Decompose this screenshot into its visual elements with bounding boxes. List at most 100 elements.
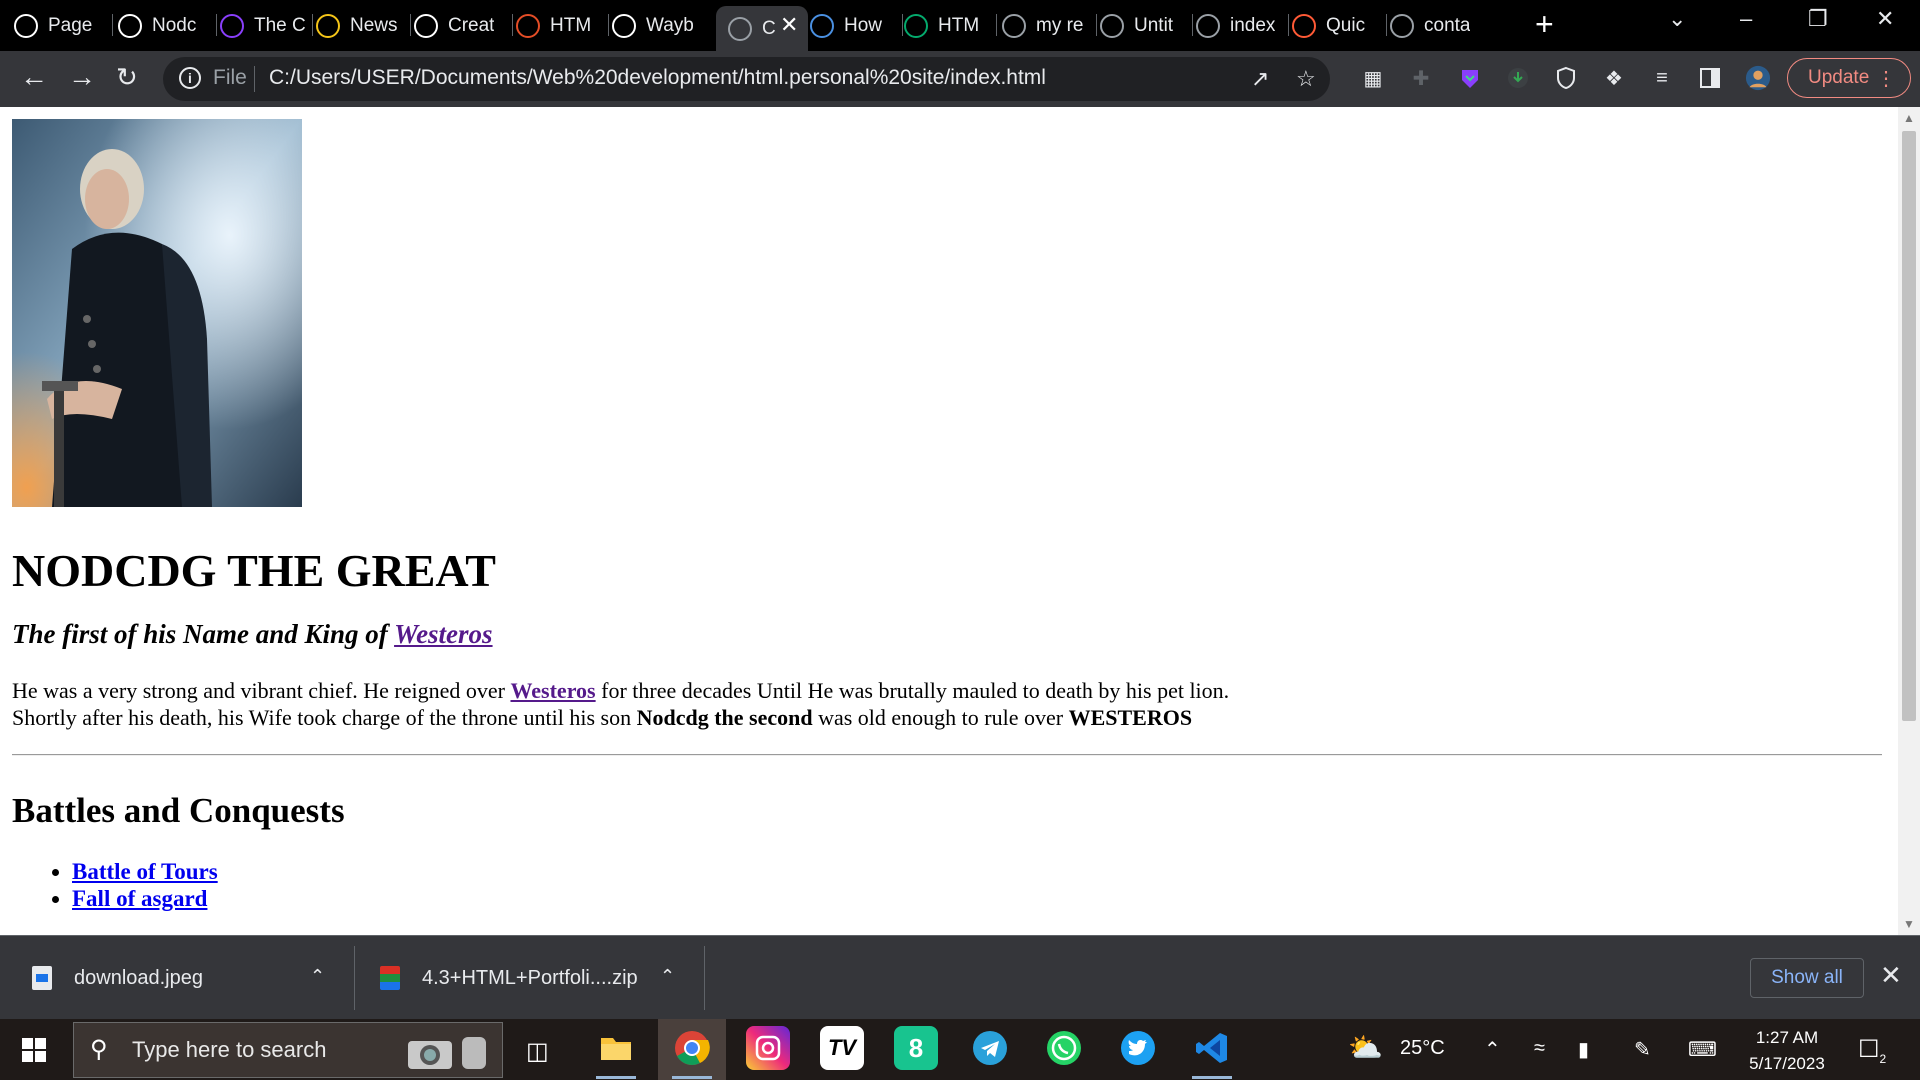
omnibox-divider [254, 66, 255, 92]
weather-cloud-icon[interactable]: ⛅ [1348, 1031, 1383, 1064]
purple-extension-icon[interactable] [1457, 65, 1483, 91]
side-panel-icon[interactable] [1697, 65, 1723, 91]
tab-title: How [844, 14, 883, 36]
share-icon[interactable]: ↗ [1251, 66, 1269, 92]
tradingview-icon[interactable]: TV [820, 1026, 864, 1070]
file-explorer-icon[interactable] [594, 1026, 638, 1070]
scroll-down-arrow-icon[interactable]: ▼ [1903, 917, 1915, 931]
window-close-icon[interactable]: ✕ [1876, 6, 1894, 32]
browser-tab[interactable]: Creat [414, 8, 510, 43]
task-view-icon[interactable]: ◫ [526, 1037, 549, 1066]
url-text[interactable]: C:/Users/USER/Documents/Web%20developmen… [269, 66, 1046, 90]
extension-grid-icon[interactable]: ✚ [1408, 65, 1434, 91]
extensions-puzzle-icon[interactable]: ❖ [1601, 65, 1627, 91]
battery-icon[interactable]: ▮ [1578, 1037, 1589, 1062]
bio-text-1: He was a very strong and vibrant chief. … [12, 678, 511, 703]
whatsapp-icon[interactable] [1042, 1026, 1086, 1070]
chrome-icon[interactable] [670, 1026, 714, 1070]
keyboard-icon[interactable]: ⌨ [1688, 1037, 1717, 1062]
tab-separator [216, 14, 217, 36]
windows-start-icon[interactable] [22, 1038, 46, 1062]
forward-arrow-icon[interactable]: → [68, 63, 96, 91]
search-highlight-camera-icon [408, 1037, 486, 1069]
reload-icon[interactable]: ↻ [116, 63, 138, 91]
system-clock[interactable]: 1:27 AM 5/17/2023 [1745, 1025, 1829, 1077]
close-icon[interactable]: ✕ [1880, 960, 1902, 991]
globe-icon [728, 16, 752, 41]
download-item[interactable]: download.jpeg [32, 936, 203, 1020]
scroll-thumb[interactable] [1902, 131, 1916, 721]
chevron-up-icon[interactable]: ⌃ [1484, 1037, 1501, 1062]
section-divider [12, 754, 1882, 756]
tab-separator [1192, 14, 1193, 36]
codepen-icon [414, 13, 438, 38]
tab-title: Quic [1326, 14, 1366, 36]
battle-link[interactable]: Battle of Tours [72, 859, 218, 884]
update-label: Update [1808, 67, 1870, 88]
restore-icon[interactable]: ❐ [1808, 6, 1828, 32]
tab-title: HTM [938, 14, 980, 36]
back-arrow-icon[interactable]: ← [20, 63, 48, 91]
tab-separator [1288, 14, 1289, 36]
instagram-icon[interactable] [746, 1026, 790, 1070]
browser-toolbar: ← → ↻ i File C:/Users/USER/Documents/Web… [0, 51, 1920, 107]
page-title: NODCDG THE GREAT [12, 545, 496, 596]
profile-avatar-icon[interactable] [1745, 65, 1771, 91]
tab-search-chevron-icon[interactable]: ⌄ [1668, 6, 1686, 32]
tab-title: Nodc [152, 14, 197, 36]
minimize-icon[interactable]: – [1740, 6, 1752, 32]
bookmark-star-icon[interactable]: ☆ [1296, 66, 1316, 92]
browser-tab[interactable]: index [1196, 8, 1286, 43]
media-queue-icon[interactable]: ≡ [1649, 65, 1675, 91]
tab-title: The C [254, 14, 306, 36]
notification-icon[interactable]: ☐2 [1858, 1035, 1886, 1066]
list-item: Battle of Tours [72, 858, 1882, 885]
telegram-icon[interactable] [968, 1026, 1012, 1070]
tab-separator [410, 14, 411, 36]
wifi-icon[interactable]: ≈ [1534, 1037, 1545, 1060]
archive-file-icon [380, 966, 400, 990]
show-all-button[interactable]: Show all [1750, 958, 1864, 998]
battles-heading: Battles and Conquests [12, 791, 345, 830]
download-manager-icon[interactable] [1505, 65, 1531, 91]
chevron-up-icon[interactable]: ⌃ [660, 966, 675, 987]
chevron-up-icon[interactable]: ⌃ [310, 966, 325, 987]
close-tab-icon[interactable]: ✕ [780, 12, 798, 38]
westeros-link[interactable]: Westeros [394, 619, 493, 649]
address-bar[interactable]: i File C:/Users/USER/Documents/Web%20dev… [163, 57, 1330, 101]
taskbar-search-box[interactable]: ⚲ Type here to search [73, 1022, 503, 1078]
browser-tab[interactable]: HTM [904, 8, 994, 43]
site-info-icon[interactable]: i [179, 67, 201, 89]
list-item: Fall of asgard [72, 885, 1882, 912]
westeros-inline-link[interactable]: Westeros [510, 678, 595, 703]
browser-tab[interactable]: Page [14, 8, 110, 43]
battle-link[interactable]: Fall of asgard [72, 886, 207, 911]
king-portrait-image [12, 119, 302, 507]
menu-kebab-icon[interactable]: ⋮ [1876, 66, 1896, 91]
browser-tab[interactable]: Nodc [118, 8, 214, 43]
twitter-icon[interactable] [1116, 1026, 1160, 1070]
browser-tab[interactable]: Wayb [612, 8, 708, 43]
browser-tab[interactable]: Quic [1292, 8, 1384, 43]
download-filename: 4.3+HTML+Portfoli....zip [422, 966, 638, 989]
vscode-icon[interactable] [1190, 1026, 1234, 1070]
browser-tab[interactable]: How [810, 8, 900, 43]
update-button[interactable]: Update ⋮ [1787, 58, 1911, 98]
browser-tab[interactable]: conta [1390, 8, 1482, 43]
new-tab-plus-icon[interactable]: + [1535, 8, 1554, 40]
browser-tab[interactable]: my re [1002, 8, 1094, 43]
browser-tab[interactable]: HTM [516, 8, 606, 43]
browser-tab[interactable]: The C [220, 8, 310, 43]
pen-icon[interactable]: ✎ [1634, 1037, 1651, 1062]
download-filename: download.jpeg [74, 966, 203, 989]
shield-icon[interactable] [1553, 65, 1579, 91]
qr-code-icon[interactable]: ▦ [1360, 65, 1386, 91]
image-file-icon [32, 966, 52, 990]
browser-tab[interactable]: News [316, 8, 408, 43]
green-app-icon[interactable]: 8 [894, 1026, 938, 1070]
scroll-up-arrow-icon[interactable]: ▲ [1903, 111, 1915, 125]
download-item[interactable]: 4.3+HTML+Portfoli....zip [380, 936, 638, 1020]
page-scrollbar[interactable]: ▲ ▼ [1898, 107, 1920, 935]
browser-tab[interactable]: Untit [1100, 8, 1190, 43]
weather-temperature[interactable]: 25°C [1400, 1037, 1445, 1060]
